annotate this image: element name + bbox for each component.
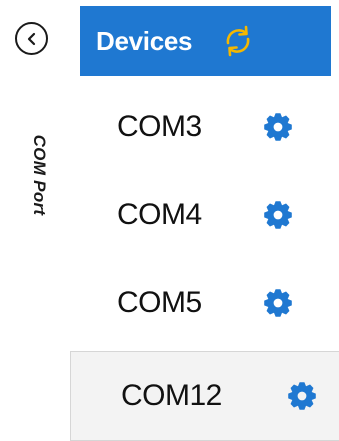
back-arrow-icon (25, 32, 39, 46)
gear-icon[interactable] (263, 112, 293, 142)
device-item-com4[interactable]: COM4 (70, 171, 339, 259)
device-item-com12[interactable]: COM12 (70, 351, 339, 441)
device-item-com3[interactable]: COM3 (70, 83, 339, 171)
page-title: Devices (96, 25, 193, 56)
device-item-com5[interactable]: COM5 (70, 259, 339, 347)
device-name: COM5 (117, 286, 202, 319)
refresh-icon[interactable] (218, 21, 258, 61)
device-name: COM12 (121, 379, 222, 412)
gear-icon[interactable] (263, 200, 293, 230)
device-list: COM3 COM4 COM5 COM12 (70, 83, 339, 441)
gear-icon[interactable] (263, 288, 293, 318)
devices-header: Devices (80, 6, 331, 76)
gear-icon[interactable] (287, 381, 317, 411)
device-name: COM3 (117, 110, 202, 143)
sidebar-label: COM Port (30, 134, 49, 216)
back-button[interactable] (15, 22, 48, 55)
device-name: COM4 (117, 198, 202, 231)
